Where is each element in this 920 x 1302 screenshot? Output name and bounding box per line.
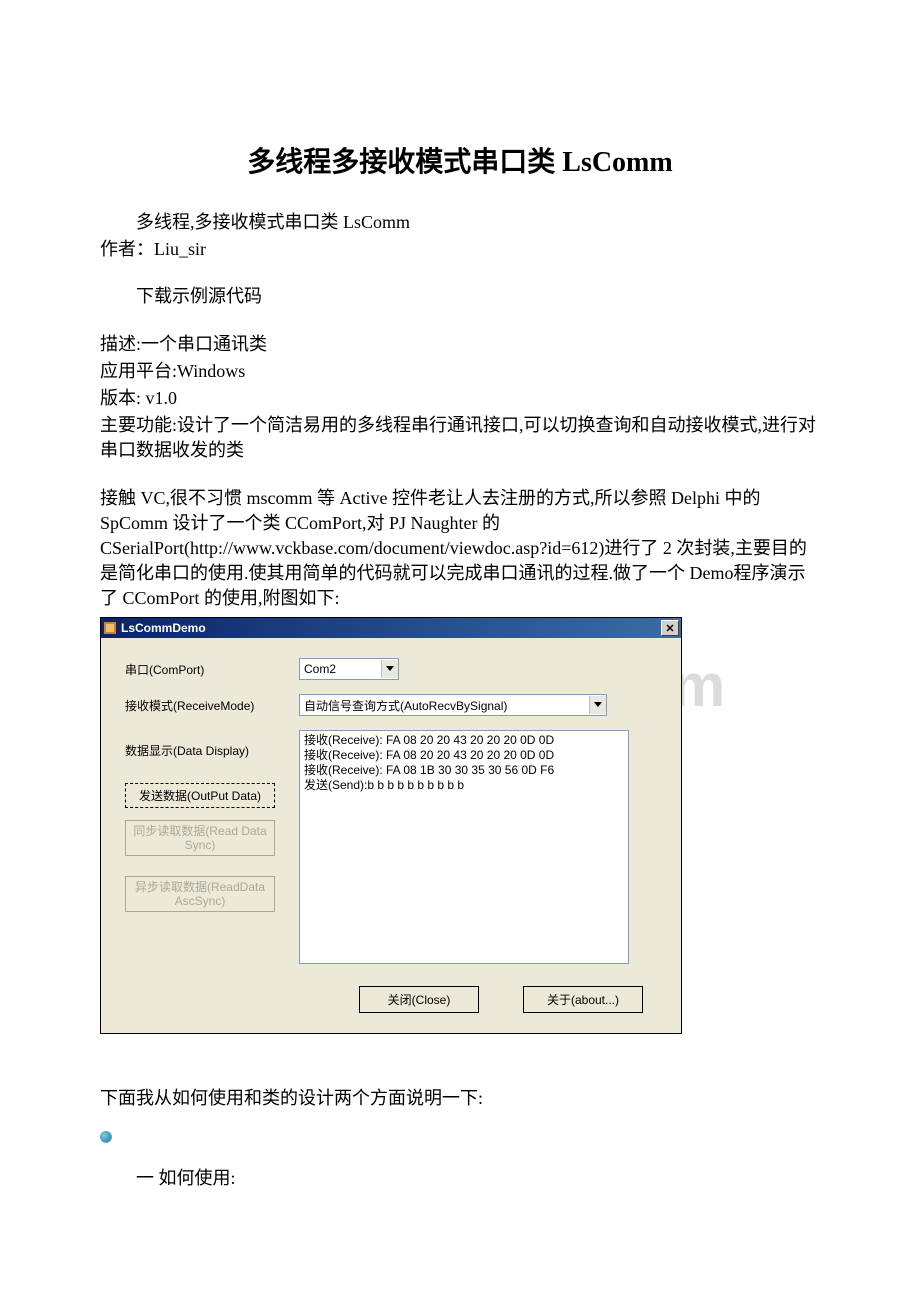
app-icon bbox=[103, 621, 117, 635]
download-link[interactable]: 下载示例源代码 bbox=[100, 284, 820, 309]
desc-line: 主要功能:设计了一个简洁易用的多线程串行通讯接口,可以切换查询和自动接收模式,进… bbox=[100, 413, 820, 463]
about-button[interactable]: 关于(about...) bbox=[523, 986, 643, 1013]
desc-line: 版本: v1.0 bbox=[100, 386, 820, 411]
combo-comport-value: Com2 bbox=[300, 662, 381, 676]
label-recvmode: 接收模式(ReceiveMode) bbox=[125, 697, 299, 714]
combo-recvmode[interactable]: 自动信号查询方式(AutoRecvBySignal) bbox=[299, 694, 607, 716]
section-heading: 一 如何使用: bbox=[100, 1166, 820, 1191]
label-comport: 串口(ComPort) bbox=[125, 661, 299, 678]
list-item: 接收(Receive): FA 08 1B 30 30 35 30 56 0D … bbox=[304, 763, 624, 778]
desc-line: 描述:一个串口通讯类 bbox=[100, 332, 820, 357]
page-title: 多线程多接收模式串口类 LsComm bbox=[100, 140, 820, 180]
chevron-down-icon[interactable] bbox=[381, 660, 398, 678]
paragraph: 接触 VC,很不习惯 mscomm 等 Active 控件老让人去注册的方式,所… bbox=[100, 486, 820, 612]
dialog-window: LsCommDemo ✕ 串口(ComPort) Com2 接收模式(Recei… bbox=[100, 617, 682, 1034]
desc-line: 应用平台:Windows bbox=[100, 359, 820, 384]
close-button[interactable]: 关闭(Close) bbox=[359, 986, 479, 1013]
author-line: 作者：Liu_sir bbox=[100, 237, 820, 262]
paragraph: 下面我从如何使用和类的设计两个方面说明一下: bbox=[100, 1086, 820, 1111]
combo-comport[interactable]: Com2 bbox=[299, 658, 399, 680]
data-listbox[interactable]: 接收(Receive): FA 08 20 20 43 20 20 20 0D … bbox=[299, 730, 629, 964]
read-async-button: 异步读取数据(ReadData AscSync) bbox=[125, 876, 275, 912]
titlebar: LsCommDemo ✕ bbox=[101, 618, 681, 638]
output-data-button[interactable]: 发送数据(OutPut Data) bbox=[125, 783, 275, 808]
list-item: 接收(Receive): FA 08 20 20 43 20 20 20 0D … bbox=[304, 748, 624, 763]
bullet-icon bbox=[100, 1131, 112, 1143]
label-display: 数据显示(Data Display) bbox=[125, 742, 299, 759]
list-item: 接收(Receive): FA 08 20 20 43 20 20 20 0D … bbox=[304, 733, 624, 748]
chevron-down-icon[interactable] bbox=[589, 696, 606, 714]
combo-recvmode-value: 自动信号查询方式(AutoRecvBySignal) bbox=[300, 697, 589, 714]
list-item: 发送(Send):b b b b b b b b b b bbox=[304, 778, 624, 793]
intro-line: 多线程,多接收模式串口类 LsComm bbox=[100, 210, 820, 235]
window-title: LsCommDemo bbox=[121, 621, 661, 635]
close-icon[interactable]: ✕ bbox=[661, 620, 679, 636]
read-sync-button: 同步读取数据(Read Data Sync) bbox=[125, 820, 275, 856]
